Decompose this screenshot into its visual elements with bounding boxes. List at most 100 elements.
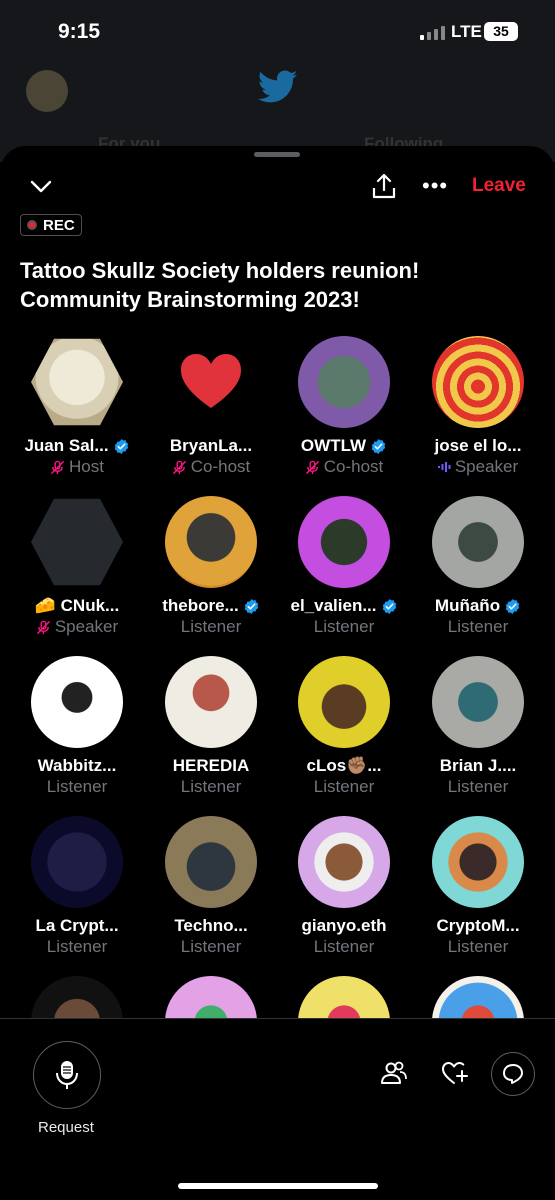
- participant-name-text: cLos✊🏽...: [306, 756, 382, 775]
- participant-role-text: Co-host: [323, 457, 384, 476]
- verified-badge-icon: [382, 598, 396, 614]
- participant-name: Muñaño: [411, 596, 545, 616]
- participant-name: HEREDIA: [144, 756, 278, 776]
- participant-role-text: Listener: [180, 777, 242, 796]
- status-time: 9:15: [58, 20, 101, 43]
- verified-badge-icon: [244, 598, 258, 614]
- participant-name-text: CryptoM...: [436, 916, 520, 935]
- participant-avatar[interactable]: [432, 816, 524, 908]
- participant-name-text: Techno...: [174, 916, 248, 935]
- participant-role-text: Listener: [46, 937, 108, 956]
- participant-role-text: Listener: [313, 617, 375, 636]
- participant-name-text: thebore...: [162, 596, 239, 615]
- mic-off-icon: [36, 620, 50, 634]
- leave-button[interactable]: Leave: [472, 175, 526, 197]
- participant-role: Listener: [277, 617, 411, 637]
- participant-role: Listener: [144, 617, 278, 637]
- participant-role-text: Co-host: [190, 457, 251, 476]
- participant-name: cLos✊🏽...: [277, 756, 411, 776]
- participant-name-text: 🧀 CNuk...: [34, 596, 120, 615]
- sheet-grabber[interactable]: [254, 152, 300, 157]
- participant-avatar[interactable]: [432, 336, 524, 428]
- participant-role-text: Listener: [180, 937, 242, 956]
- signal-icon: [420, 24, 445, 40]
- participant-avatar[interactable]: [298, 656, 390, 748]
- participant-name: jose el lo...: [411, 436, 545, 456]
- verified-badge-icon: [371, 438, 386, 454]
- chevron-down-icon[interactable]: [28, 176, 54, 196]
- heart-plus-icon[interactable]: [440, 1059, 468, 1087]
- participant-name-text: Brian J....: [439, 756, 517, 775]
- chat-bubble-icon: [503, 1064, 523, 1084]
- space-title: Tattoo Skullz Society holders reunion! C…: [20, 258, 420, 312]
- request-mic-button[interactable]: [33, 1041, 101, 1109]
- participant-name: el_valien...: [277, 596, 411, 616]
- battery-indicator: 35: [484, 22, 518, 41]
- participant-name: Techno...: [144, 916, 278, 936]
- profile-avatar: [26, 70, 68, 112]
- people-icon[interactable]: [380, 1059, 408, 1087]
- participant-name-text: HEREDIA: [172, 756, 250, 775]
- participant-avatar[interactable]: [31, 338, 123, 426]
- share-icon[interactable]: [370, 172, 398, 200]
- home-indicator[interactable]: [178, 1183, 378, 1189]
- participant-name-text: jose el lo...: [434, 436, 522, 455]
- participant-avatar[interactable]: [165, 336, 257, 428]
- recording-dot-icon: [27, 220, 37, 230]
- participant-name-text: el_valien...: [290, 596, 377, 615]
- participant-avatar[interactable]: [432, 656, 524, 748]
- participant-role-text: Host: [69, 457, 104, 476]
- participant-name-text: Juan Sal...: [24, 436, 109, 455]
- verified-badge-icon: [505, 598, 520, 614]
- participant-role: Speaker: [411, 457, 545, 477]
- recording-badge: REC: [20, 214, 82, 236]
- speaking-icon: [437, 462, 451, 472]
- participant-avatar[interactable]: [432, 496, 524, 588]
- request-label: Request: [38, 1119, 94, 1136]
- participant-role-text: Listener: [447, 937, 509, 956]
- participant-role-text: Listener: [313, 937, 375, 956]
- participant-avatar[interactable]: [31, 498, 123, 586]
- participant-avatar[interactable]: [31, 656, 123, 748]
- participant-avatar[interactable]: [165, 816, 257, 908]
- participant-name-text: La Crypt...: [35, 916, 119, 935]
- microphone-icon: [56, 1061, 78, 1089]
- participant-name: Juan Sal...: [10, 436, 144, 456]
- participant-role: Listener: [10, 937, 144, 957]
- participant-role-text: Listener: [46, 777, 108, 796]
- participant-role: Listener: [277, 937, 411, 957]
- participant-avatar[interactable]: [165, 656, 257, 748]
- participant-avatar[interactable]: [298, 496, 390, 588]
- participant-name: 🧀 CNuk...: [10, 596, 144, 616]
- participant-role: Host: [10, 457, 144, 477]
- participant-name-text: Wabbitz...: [37, 756, 117, 775]
- participant-avatar[interactable]: [165, 496, 257, 588]
- participant-name: OWTLW: [277, 436, 411, 456]
- participant-avatar[interactable]: [31, 816, 123, 908]
- participant-avatar[interactable]: [298, 336, 390, 428]
- network-label: LTE: [451, 22, 482, 41]
- participant-name: La Crypt...: [10, 916, 144, 936]
- chat-button[interactable]: [491, 1052, 535, 1096]
- participant-name: BryanLa...: [144, 436, 278, 456]
- participant-role: Listener: [411, 617, 545, 637]
- participant-role-text: Speaker: [54, 617, 119, 636]
- participant-role: Listener: [277, 777, 411, 797]
- mic-off-icon: [50, 460, 65, 474]
- participant-name: gianyo.eth: [277, 916, 411, 936]
- participant-role: Listener: [411, 937, 545, 957]
- more-options-icon[interactable]: •••: [422, 175, 448, 197]
- participant-role-text: Listener: [313, 777, 375, 796]
- participant-role: Co-host: [144, 457, 278, 477]
- participant-avatar[interactable]: [298, 816, 390, 908]
- recording-label: REC: [43, 216, 75, 234]
- heart-icon: [181, 354, 241, 408]
- participant-name-text: gianyo.eth: [301, 916, 387, 935]
- participant-name-text: BryanLa...: [169, 436, 253, 455]
- participant-name-text: Muñaño: [434, 596, 501, 615]
- verified-badge-icon: [114, 438, 128, 454]
- participant-role: Listener: [144, 777, 278, 797]
- status-bar: 9:15 LTE 35: [0, 0, 555, 62]
- mic-off-icon: [305, 460, 319, 474]
- participant-role: Listener: [144, 937, 278, 957]
